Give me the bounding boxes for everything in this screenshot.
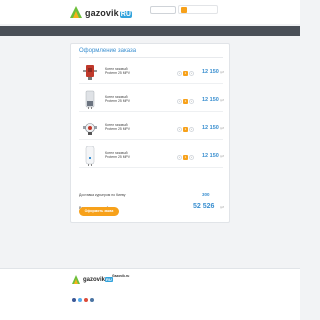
decrement-button[interactable]: ‹ [177,154,182,160]
decrement-button[interactable]: ‹ [177,70,182,76]
gas-boiler-red-icon [83,65,97,80]
increment-button[interactable]: › [189,126,194,132]
vk-icon[interactable] [90,298,94,302]
page-title: Оформление заказа [79,48,137,54]
main-nav [0,26,300,36]
decrement-button[interactable]: ‹ [177,126,182,132]
cart-item: Котел газовый Proterm 25 MPV ‹ 1 › 12 150… [79,90,225,112]
item-name[interactable]: Котел газовый Proterm 25 MPV [105,95,130,103]
divider [79,167,223,168]
footer-column: Gazovik.ru [112,274,129,280]
circulation-pump-icon [83,123,97,135]
item-name-line: Proterm 25 MPV [105,155,131,159]
price-unit: руб [220,155,225,158]
decrement-button[interactable]: ‹ [177,98,182,104]
footer-column-title: Gazovik.ru [112,274,130,278]
divider [79,57,223,58]
total-value: 52 526 [193,203,215,210]
price-unit: руб [220,99,225,102]
cart-item: Котел газовый Proterm 25 MPV ‹ 1 › 12 150… [79,118,225,140]
flame-logo-icon [72,275,81,285]
item-name[interactable]: Котел газовый Proterm 25 MPV [105,123,130,131]
quantity-value[interactable]: 1 [183,98,188,104]
quantity-stepper: ‹ 1 › [177,154,194,160]
quantity-value[interactable]: 1 [183,126,188,132]
quantity-stepper: ‹ 1 › [177,70,194,76]
logo-name: gazovik [85,8,119,18]
quantity-value[interactable]: 1 [183,154,188,160]
quantity-stepper: ‹ 1 › [177,98,194,104]
cart-item: Котел газовый Proterm 25 MPV ‹ 1 › 12 150… [79,62,225,84]
item-name-line: Proterm 25 MPV [105,71,131,75]
facebook-icon[interactable] [72,298,76,302]
search-input[interactable] [150,6,176,14]
divider [79,83,223,84]
quantity-value[interactable]: 1 [183,70,188,76]
item-price: 12 150 [202,125,219,131]
google-plus-icon[interactable] [84,298,88,302]
price-unit: руб [220,71,225,74]
item-price: 12 150 [202,97,219,103]
site-logo[interactable]: gazovik RU [70,5,133,21]
total-unit: руб [220,206,225,209]
twitter-icon[interactable] [78,298,82,302]
item-price: 12 150 [202,153,219,159]
divider [79,139,223,140]
logo-name: gazovik [83,277,106,283]
water-heater-icon [85,90,95,109]
item-name-line: Proterm 25 MPV [105,99,131,103]
quantity-stepper: ‹ 1 › [177,126,194,132]
increment-button[interactable]: › [189,70,194,76]
item-name[interactable]: Котел газовый Proterm 25 MPV [105,151,130,159]
delivery-value: 300 [202,192,210,197]
price-unit: руб [220,127,225,130]
delivery-row: Доставка курьером по Киеву 300 [79,190,223,200]
divider [79,111,223,112]
order-card: Оформление заказа Котел газовый Proterm 2… [70,43,230,223]
site-footer: gazovikRU Gazovik.ru [0,268,300,320]
item-name-line: Proterm 25 MPV [105,127,131,131]
site-header: gazovik RU [0,0,300,24]
logo-tld: RU [119,11,133,18]
cart-item: Котел газовый Proterm 25 MPV ‹ 1 › 12 150… [79,146,225,168]
cart-button[interactable] [178,5,218,14]
item-name[interactable]: Котел газовый Proterm 25 MPV [105,67,130,75]
place-order-button[interactable]: Оформить заказ [79,207,119,216]
water-heater-white-icon [85,146,95,166]
footer-logo[interactable]: gazovikRU [72,275,113,285]
social-links [72,298,94,302]
item-price: 12 150 [202,69,219,75]
increment-button[interactable]: › [189,154,194,160]
delivery-label: Доставка курьером по Киеву [79,193,126,197]
cart-icon [181,7,187,13]
increment-button[interactable]: › [189,98,194,104]
flame-logo-icon [70,6,82,20]
